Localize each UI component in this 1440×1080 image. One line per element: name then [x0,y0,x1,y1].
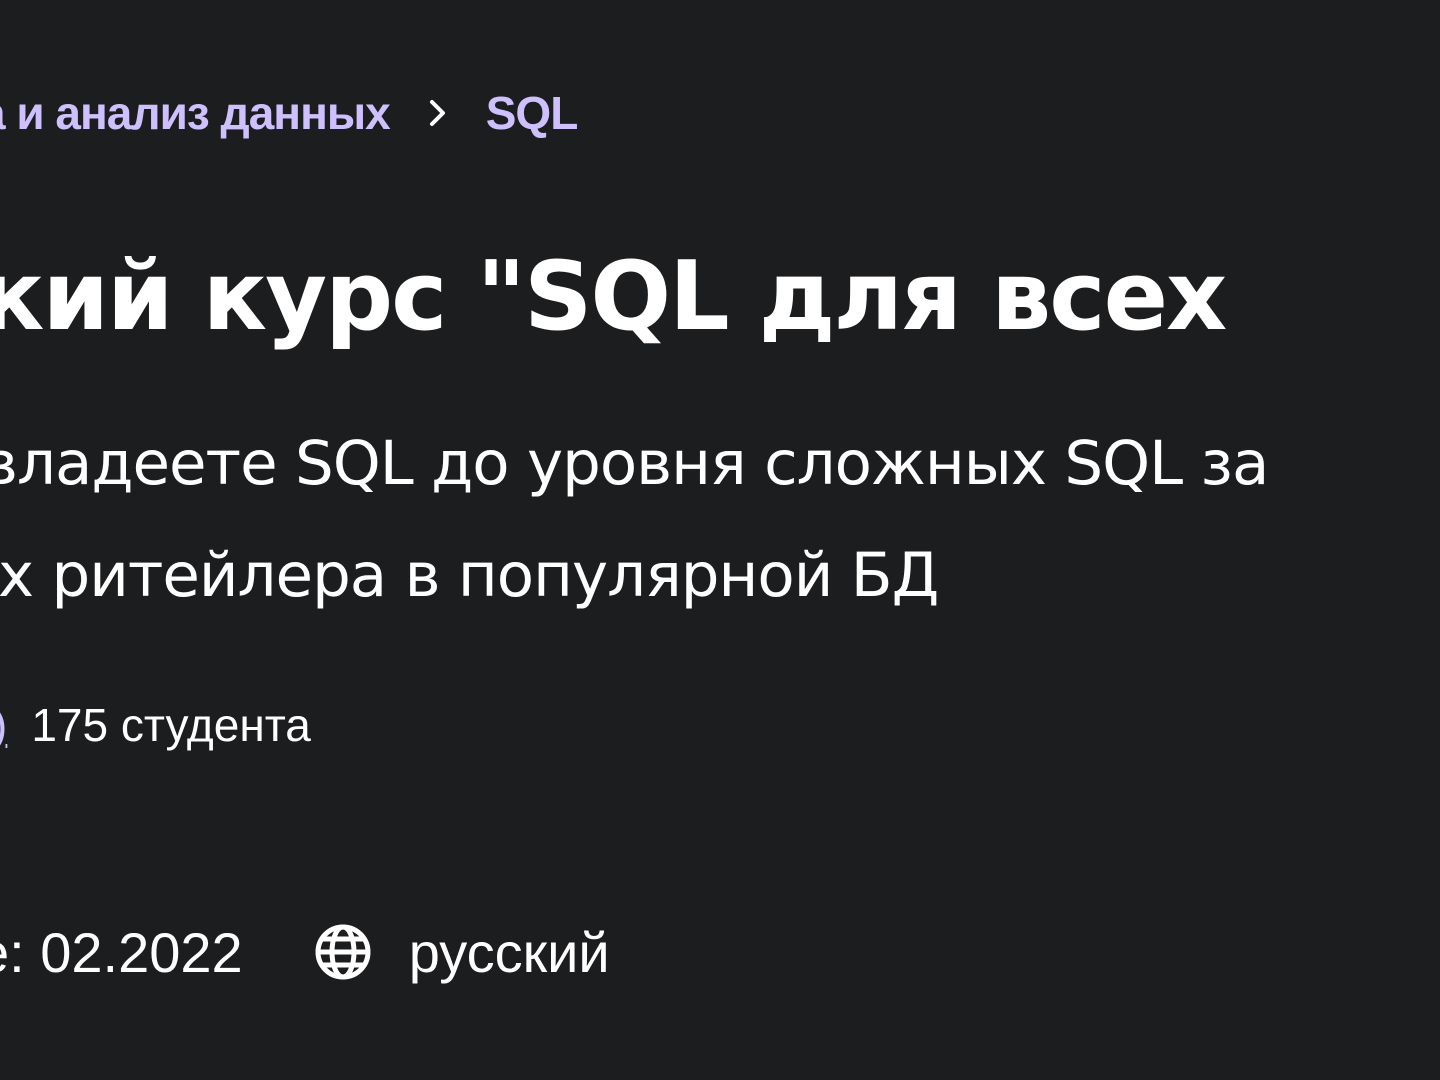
breadcrumb-item-sql[interactable]: SQL [486,86,579,140]
course-subtitle-line-2: х ритейлера в популярной БД [0,540,939,611]
course-subtitle: владеете SQL до уровня сложных SQL за х … [0,408,1440,632]
breadcrumb-item-data-analysis[interactable]: а и анализ данных [0,86,391,140]
globe-icon [313,922,373,982]
course-title: кий курс "SQL для всех [0,242,1227,352]
course-language: русский [408,920,610,984]
course-stats: ) 175 студента [0,690,311,760]
course-subtitle-line-1: владеете SQL до уровня сложных SQL за [0,428,1269,499]
chevron-right-icon [390,78,486,148]
last-updated: е: 02.2022 [0,920,243,984]
rating-count-link[interactable]: ) [0,698,7,752]
breadcrumb: а и анализ данных SQL [0,78,579,148]
course-meta: е: 02.2022 русский [0,912,610,992]
student-count: 175 студента [31,699,311,751]
